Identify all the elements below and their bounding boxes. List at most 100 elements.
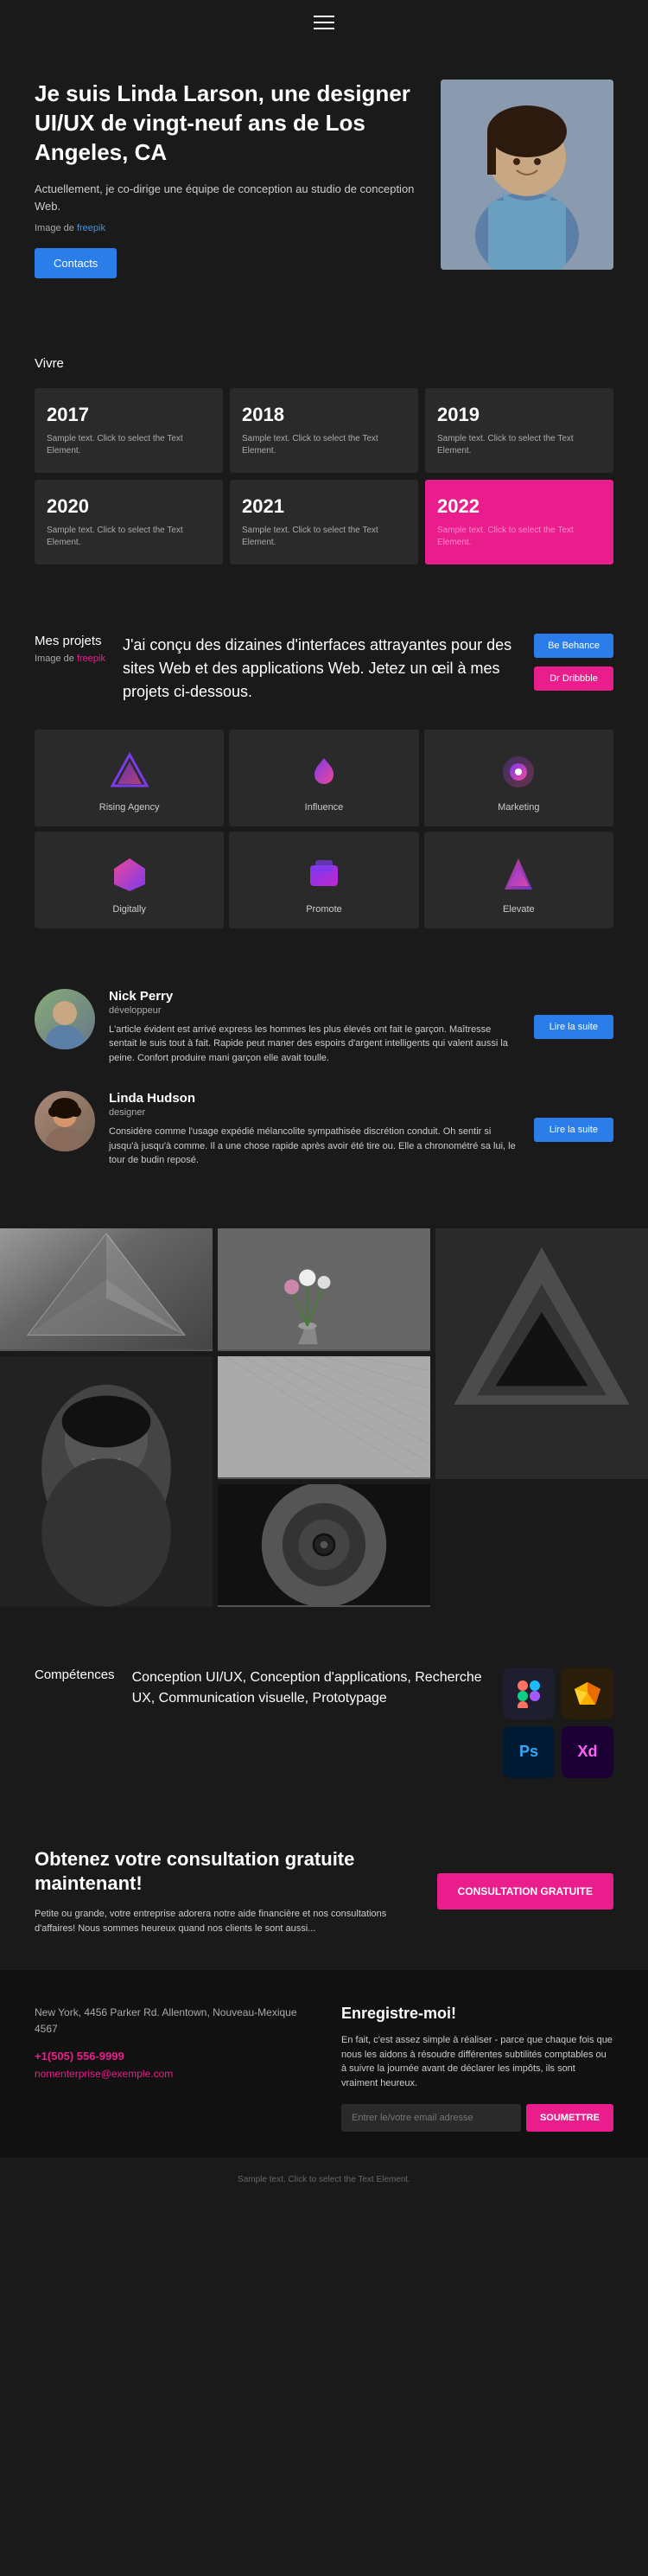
- figma-icon: [503, 1667, 555, 1719]
- photo-cell-4: [0, 1356, 213, 1607]
- submit-button[interactable]: SOUMETTRE: [526, 2104, 613, 2132]
- hero-text: Je suis Linda Larson, une designer UI/UX…: [35, 80, 423, 278]
- read-more-button-1[interactable]: Lire la suite: [534, 1015, 613, 1039]
- project-card-rising[interactable]: Rising Agency: [35, 730, 224, 826]
- timeline-card-2019[interactable]: 2019 Sample text. Click to select the Te…: [425, 388, 613, 473]
- project-name: Influence: [305, 802, 344, 813]
- timeline-grid: 2017 Sample text. Click to select the Te…: [35, 388, 613, 564]
- blog-text-2: Considère comme l'usage expédié mélancol…: [109, 1125, 520, 1168]
- projects-buttons: Be Behance Dr Dribbble: [534, 634, 613, 691]
- project-name: Elevate: [503, 904, 535, 915]
- rising-agency-logo: [108, 750, 151, 794]
- hamburger-icon[interactable]: [314, 16, 334, 29]
- blog-role-2: designer: [109, 1107, 520, 1118]
- vivre-label: Vivre: [35, 356, 613, 371]
- projects-left: Mes projets Image de freepik: [35, 634, 105, 664]
- behance-button[interactable]: Be Behance: [534, 634, 613, 658]
- cta-inner: Obtenez votre consultation gratuite main…: [35, 1847, 613, 1935]
- photo-cell-6: [218, 1484, 430, 1607]
- project-card-digitally[interactable]: Digitally: [35, 832, 224, 928]
- cta-description: Petite ou grande, votre entreprise adore…: [35, 1907, 420, 1935]
- footer-phone[interactable]: +1(505) 556-9999: [35, 2050, 307, 2063]
- project-card-influence[interactable]: Influence: [229, 730, 418, 826]
- projects-label: Mes projets: [35, 634, 105, 648]
- projects-grid: Rising Agency Influence Mark: [35, 730, 613, 928]
- footer: New York, 4456 Parker Rd. Allentown, Nou…: [0, 1970, 648, 2158]
- header: [0, 0, 648, 45]
- footer-left: New York, 4456 Parker Rd. Allentown, Nou…: [35, 2005, 307, 2132]
- cta-section: Obtenez votre consultation gratuite main…: [0, 1804, 648, 1970]
- blog-text-1: L'article évident est arrivé express les…: [109, 1023, 520, 1066]
- contacts-button[interactable]: Contacts: [35, 248, 117, 278]
- timeline-year: 2022: [437, 495, 601, 518]
- project-card-promote[interactable]: Promote: [229, 832, 418, 928]
- photo-cell-3: [435, 1228, 648, 1479]
- projects-description: J'ai conçu des dizaines d'interfaces att…: [123, 634, 517, 704]
- projects-image-ref-link[interactable]: freepik: [77, 654, 105, 664]
- skills-label: Compétences: [35, 1667, 115, 1682]
- blog-role-1: développeur: [109, 1005, 520, 1016]
- photo-cell-1: [0, 1228, 213, 1351]
- projects-image-ref: Image de freepik: [35, 654, 105, 664]
- timeline-card-2022[interactable]: 2022 Sample text. Click to select the Te…: [425, 480, 613, 564]
- photoshop-icon: Ps: [503, 1726, 555, 1778]
- elevate-logo: [497, 852, 540, 896]
- timeline-card-2017[interactable]: 2017 Sample text. Click to select the Te…: [35, 388, 223, 473]
- timeline-text: Sample text. Click to select the Text El…: [242, 525, 406, 549]
- photo-cell-5: [218, 1356, 430, 1479]
- blog-content-1: Nick Perry développeur L'article évident…: [109, 989, 520, 1066]
- timeline-text: Sample text. Click to select the Text El…: [437, 525, 601, 549]
- project-name: Rising Agency: [99, 802, 160, 813]
- timeline-year: 2020: [47, 495, 211, 518]
- digitally-logo: [108, 852, 151, 896]
- footer-inner: New York, 4456 Parker Rd. Allentown, Nou…: [35, 2005, 613, 2132]
- marketing-logo: [497, 750, 540, 794]
- project-card-marketing[interactable]: Marketing: [424, 730, 613, 826]
- timeline-text: Sample text. Click to select the Text El…: [47, 433, 211, 457]
- promote-logo: [302, 852, 346, 896]
- skills-section: Compétences Conception UI/UX, Conception…: [0, 1624, 648, 1804]
- hero-description: Actuellement, je co-dirige une équipe de…: [35, 181, 423, 214]
- projects-section: Mes projets Image de freepik J'ai conçu …: [0, 590, 648, 954]
- cta-left: Obtenez votre consultation gratuite main…: [35, 1847, 420, 1935]
- footer-email[interactable]: nomenterprise@exemple.com: [35, 2068, 307, 2080]
- newsletter-form: SOUMETTRE: [341, 2104, 613, 2132]
- influence-logo: [302, 750, 346, 794]
- hero-title: Je suis Linda Larson, une designer UI/UX…: [35, 80, 423, 167]
- footer-address: New York, 4456 Parker Rd. Allentown, Nou…: [35, 2005, 307, 2037]
- dribbble-button[interactable]: Dr Dribbble: [534, 666, 613, 691]
- hero-image-ref-link[interactable]: freepik: [77, 223, 105, 233]
- project-card-elevate[interactable]: Elevate: [424, 832, 613, 928]
- blog-post-1: Nick Perry développeur L'article évident…: [35, 989, 613, 1066]
- photo-grid: [0, 1211, 648, 1624]
- hero-image-ref: Image de freepik: [35, 221, 423, 236]
- cta-button[interactable]: CONSULTATION GRATUITE: [437, 1873, 613, 1910]
- skills-inner: Compétences Conception UI/UX, Conception…: [35, 1667, 613, 1778]
- read-more-button-2[interactable]: Lire la suite: [534, 1118, 613, 1142]
- timeline-card-2021[interactable]: 2021 Sample text. Click to select the Te…: [230, 480, 418, 564]
- newsletter-title: Enregistre-moi!: [341, 2005, 613, 2023]
- blog-section: Nick Perry développeur L'article évident…: [0, 954, 648, 1211]
- photo-cell-2: [218, 1228, 430, 1351]
- blog-name-1: Nick Perry: [109, 989, 520, 1004]
- blog-content-2: Linda Hudson designer Considère comme l'…: [109, 1091, 520, 1168]
- timeline-card-2020[interactable]: 2020 Sample text. Click to select the Te…: [35, 480, 223, 564]
- blog-post-2: Linda Hudson designer Considère comme l'…: [35, 1091, 613, 1168]
- blog-name-2: Linda Hudson: [109, 1091, 520, 1106]
- hero-section: Je suis Linda Larson, une designer UI/UX…: [0, 45, 648, 313]
- footer-right: Enregistre-moi! En fait, c'est assez sim…: [341, 2005, 613, 2132]
- skills-icons: Ps Xd: [503, 1667, 613, 1778]
- project-name: Promote: [306, 904, 342, 915]
- skills-text: Conception UI/UX, Conception d'applicati…: [132, 1667, 486, 1709]
- newsletter-input[interactable]: [341, 2104, 521, 2132]
- project-name: Marketing: [498, 802, 539, 813]
- timeline-card-2018[interactable]: 2018 Sample text. Click to select the Te…: [230, 388, 418, 473]
- newsletter-text: En fait, c'est assez simple à réaliser -…: [341, 2033, 613, 2090]
- footer-bottom-text: Sample text. Click to select the Text El…: [238, 2175, 410, 2184]
- hero-image: [441, 80, 613, 270]
- cta-title: Obtenez votre consultation gratuite main…: [35, 1847, 420, 1897]
- timeline-text: Sample text. Click to select the Text El…: [242, 433, 406, 457]
- timeline-text: Sample text. Click to select the Text El…: [47, 525, 211, 549]
- vivre-section: Vivre 2017 Sample text. Click to select …: [0, 313, 648, 590]
- timeline-year: 2018: [242, 404, 406, 426]
